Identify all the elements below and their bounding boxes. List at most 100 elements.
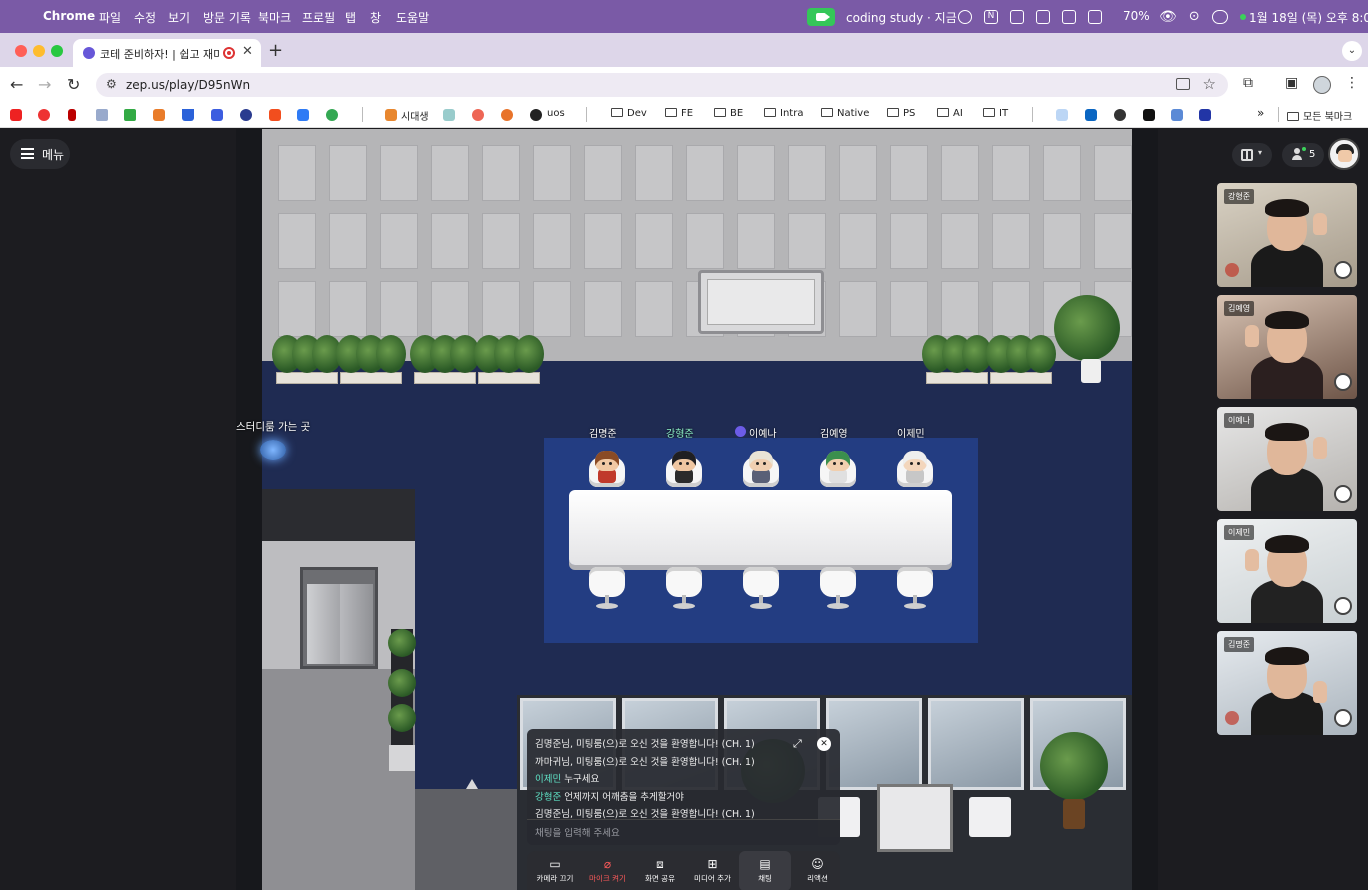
camera-in-use-icon[interactable] <box>1176 78 1190 90</box>
profile-avatar[interactable] <box>1313 76 1331 94</box>
bookmark-folder-dev[interactable]: Dev <box>611 108 647 119</box>
figma-bookmark-icon[interactable] <box>269 109 281 121</box>
player-avatar[interactable] <box>670 451 698 485</box>
extensions-icon[interactable]: ⧉ <box>1243 75 1253 91</box>
velog-bookmark-icon[interactable] <box>1171 109 1183 121</box>
more-bookmarks-icon[interactable]: » <box>1257 106 1264 120</box>
control-chat-button[interactable]: ▤ 채팅 <box>739 851 791 890</box>
seal-bookmark-icon[interactable] <box>240 109 252 121</box>
player-avatar[interactable] <box>824 451 852 485</box>
c-bookmark-icon[interactable] <box>1114 109 1126 121</box>
chrome-menu-icon[interactable]: ⋮ <box>1345 75 1359 91</box>
drive-bookmark-icon[interactable] <box>326 109 338 121</box>
video-tile[interactable]: 강형준 <box>1217 183 1357 287</box>
menu-file[interactable]: 파일 <box>99 9 121 26</box>
link-icon[interactable]: ⊙ <box>1189 9 1200 24</box>
control-center-icon[interactable] <box>1211 9 1228 24</box>
globe-icon[interactable] <box>530 109 542 121</box>
reload-icon[interactable]: ↻ <box>67 75 80 94</box>
menu-clock[interactable]: 1월 18일 (목) 오후 8:09 <box>1249 9 1368 26</box>
new-tab-button[interactable]: + <box>268 40 283 61</box>
my-avatar[interactable] <box>1328 138 1360 170</box>
battery-icon[interactable] <box>1088 9 1102 24</box>
sidaesaeng-bookmark-icon[interactable] <box>385 109 397 121</box>
bookmark-folder-it[interactable]: IT <box>983 108 1008 119</box>
close-tab-icon[interactable]: ✕ <box>242 44 253 59</box>
url-text[interactable]: zep.us/play/D95nWn <box>126 78 250 92</box>
eye-icon[interactable]: 👁 <box>1159 9 1177 25</box>
bookmark-folder-ai[interactable]: AI <box>937 108 963 119</box>
player-avatar[interactable] <box>593 451 621 485</box>
bookmark-folder-native[interactable]: Native <box>821 108 869 119</box>
music-bookmark-icon[interactable] <box>38 109 50 121</box>
linkedin-bookmark-icon[interactable] <box>1085 109 1097 121</box>
layout-toggle-button[interactable]: ▾ <box>1232 143 1272 167</box>
elevator[interactable] <box>300 567 378 669</box>
tab-search-button[interactable]: ⌄ <box>1342 41 1362 61</box>
all-bookmarks[interactable]: 모든 북마크 <box>1287 108 1352 123</box>
bookmark-folder-be[interactable]: BE <box>714 108 743 119</box>
forward-icon[interactable]: → <box>38 75 51 94</box>
control-screen-share-button[interactable]: ⧈ 화면 공유 <box>634 851 686 890</box>
control-add-media-button[interactable]: ⊞ 미디어 추가 <box>687 851 739 890</box>
ac-bookmark-icon[interactable] <box>124 109 136 121</box>
cpu-monitor-icon[interactable] <box>1010 9 1024 24</box>
control-mic-off-button[interactable]: ⌀ 마이크 켜기 <box>582 851 634 890</box>
facetime-icon[interactable] <box>807 7 835 26</box>
bookmark-folder-intra[interactable]: Intra <box>764 108 803 119</box>
mail-bookmark-icon[interactable] <box>443 109 455 121</box>
zoom-window-button[interactable] <box>51 45 63 57</box>
menu-view[interactable]: 보기 <box>168 9 190 26</box>
braces-bookmark-icon[interactable] <box>1056 109 1068 121</box>
bookmark-uos[interactable]: uos <box>547 108 565 119</box>
portal-icon[interactable] <box>260 440 286 460</box>
menu-button[interactable]: 메뉴 <box>10 139 70 169</box>
video-tile[interactable]: 김명준 <box>1217 631 1357 735</box>
chat-input[interactable] <box>535 825 825 841</box>
control-camera-button[interactable]: ▭ 카메라 끄기 <box>529 851 581 890</box>
gear-bookmark-icon[interactable] <box>501 109 513 121</box>
bookmark-sidaesaeng[interactable]: 시대생 <box>401 108 429 123</box>
menu-profile[interactable]: 프로필 <box>302 9 335 26</box>
youtube-bookmark-icon[interactable] <box>10 109 22 121</box>
netflix-bookmark-icon[interactable] <box>68 109 76 121</box>
video-tile[interactable]: 이제민 <box>1217 519 1357 623</box>
docs-bookmark-icon[interactable] <box>297 109 309 121</box>
menu-bookmarks[interactable]: 북마크 <box>258 9 291 26</box>
code-bookmark-icon[interactable] <box>96 109 108 121</box>
player-avatar[interactable] <box>901 451 929 485</box>
tab-zep[interactable]: 코테 준비하자! | 쉽고 재미있는 ✕ <box>73 39 261 67</box>
menu-help[interactable]: 도움말 <box>396 9 429 26</box>
focus-status-icon[interactable] <box>958 9 972 24</box>
close-window-button[interactable] <box>15 45 27 57</box>
atlassian-bookmark-icon[interactable] <box>182 109 194 121</box>
bookmark-folder-fe[interactable]: FE <box>665 108 693 119</box>
d-bookmark-icon[interactable] <box>211 109 223 121</box>
menu-edit[interactable]: 수정 <box>134 9 156 26</box>
bookmark-folder-ps[interactable]: PS <box>887 108 915 119</box>
circle-bookmark-icon[interactable] <box>472 109 484 121</box>
j-bookmark-icon[interactable] <box>1199 109 1211 121</box>
memory-monitor-icon[interactable] <box>1036 9 1050 24</box>
address-bar[interactable]: ⚙ zep.us/play/D95nWn ☆ <box>96 73 1228 97</box>
notion-icon[interactable]: N <box>984 9 998 24</box>
close-chat-icon[interactable]: ✕ <box>817 737 831 751</box>
video-tile[interactable]: 김예영 <box>1217 295 1357 399</box>
minimize-window-button[interactable] <box>33 45 45 57</box>
bookmark-star-icon[interactable]: ☆ <box>1203 75 1216 93</box>
side-panel-icon[interactable]: ▣ <box>1285 75 1298 91</box>
participants-button[interactable]: 5 <box>1282 143 1324 167</box>
player-avatar[interactable] <box>747 451 775 485</box>
facetime-call-label[interactable]: coding study · 지금 <box>846 9 957 26</box>
menu-window[interactable]: 창 <box>370 9 381 26</box>
control-reaction-button[interactable]: ☺ 리액션 <box>792 851 844 890</box>
menu-tab[interactable]: 탭 <box>345 9 356 26</box>
menu-history[interactable]: 방문 기록 <box>203 9 251 26</box>
d-plus-bookmark-icon[interactable] <box>1143 109 1155 121</box>
app-menu-chrome[interactable]: Chrome <box>43 9 95 23</box>
video-tile[interactable]: 이예나 <box>1217 407 1357 511</box>
box-bookmark-icon[interactable] <box>153 109 165 121</box>
site-info-icon[interactable]: ⚙ <box>106 77 117 91</box>
back-icon[interactable]: ← <box>10 75 23 94</box>
disk-monitor-icon[interactable] <box>1062 9 1076 24</box>
